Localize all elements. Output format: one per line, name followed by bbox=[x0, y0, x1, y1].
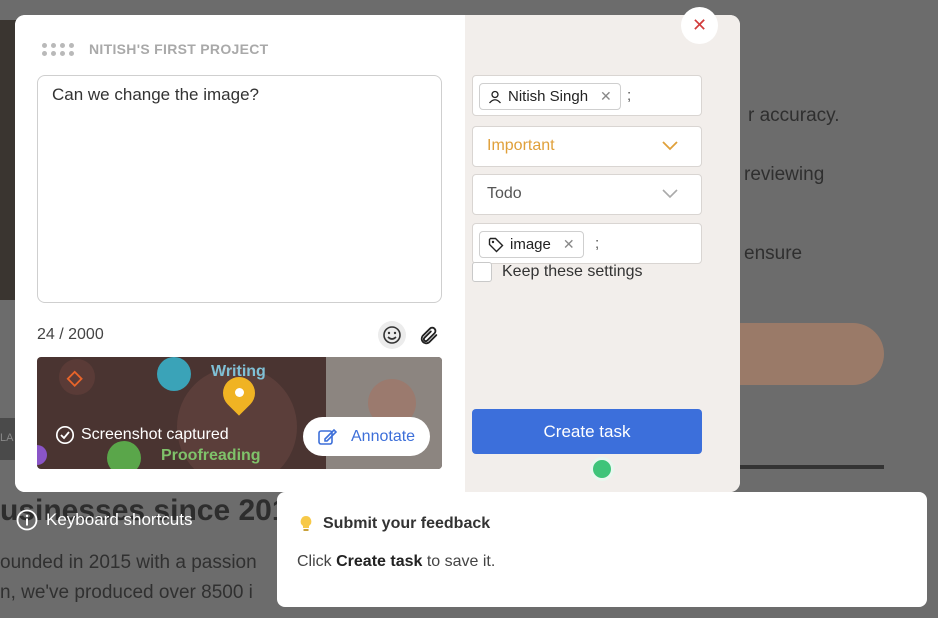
paperclip-icon bbox=[420, 326, 438, 345]
char-count: 24 / 2000 bbox=[37, 326, 104, 343]
remove-tag-icon[interactable]: ✕ bbox=[563, 236, 575, 253]
user-icon bbox=[489, 90, 501, 103]
screenshot-caption-label: Screenshot captured bbox=[81, 426, 229, 443]
status-value: Todo bbox=[487, 185, 522, 202]
attach-button[interactable] bbox=[417, 324, 441, 348]
keep-settings-checkbox[interactable] bbox=[472, 262, 492, 282]
edit-icon bbox=[318, 428, 337, 445]
background-image bbox=[0, 20, 16, 300]
status-select[interactable]: Todo bbox=[472, 174, 702, 215]
keyboard-shortcuts-link[interactable]: Keyboard shortcuts bbox=[16, 509, 192, 531]
priority-select[interactable]: Important bbox=[472, 126, 702, 167]
onboarding-tooltip: Submit your feedback Click Create task t… bbox=[277, 492, 927, 607]
drag-handle-icon[interactable] bbox=[42, 43, 74, 57]
chevron-down-icon bbox=[662, 141, 678, 151]
close-icon: ✕ bbox=[691, 15, 708, 35]
tag-icon bbox=[488, 237, 504, 252]
annotate-label: Annotate bbox=[351, 427, 416, 445]
thumb-logo-icon: ◇ bbox=[67, 367, 83, 389]
tooltip-title-text: Submit your feedback bbox=[323, 515, 491, 532]
close-button[interactable]: ✕ bbox=[681, 7, 718, 44]
priority-value: Important bbox=[487, 137, 555, 154]
assignee-field[interactable]: Nitish Singh ✕ ; bbox=[472, 75, 702, 116]
keep-settings-row: Keep these settings bbox=[472, 262, 643, 282]
background-paragraph: n, we've produced over 8500 i bbox=[0, 582, 253, 603]
modal-left-panel: NITISH'S FIRST PROJECT Can we change the… bbox=[15, 15, 465, 492]
assignee-name: Nitish Singh bbox=[508, 88, 589, 105]
description-input[interactable]: Can we change the image? bbox=[37, 75, 442, 303]
background-text: r accuracy. bbox=[748, 105, 840, 126]
background-tag: LA bbox=[0, 418, 16, 460]
remove-assignee-icon[interactable]: ✕ bbox=[600, 88, 612, 105]
background-text: ensure bbox=[744, 243, 803, 264]
tags-field[interactable]: image ✕ ; bbox=[472, 223, 702, 264]
chevron-down-icon bbox=[662, 189, 678, 199]
info-icon bbox=[16, 509, 38, 531]
assignee-chip: Nitish Singh ✕ bbox=[479, 83, 621, 110]
thumb-proofreading-icon bbox=[107, 441, 141, 469]
annotate-button[interactable]: Annotate bbox=[303, 417, 430, 456]
tag-name: image bbox=[510, 236, 551, 253]
lightbulb-icon bbox=[300, 516, 312, 531]
create-task-button[interactable]: Create task bbox=[472, 409, 702, 454]
background-paragraph: ounded in 2015 with a passion bbox=[0, 552, 257, 573]
screenshot-thumbnail: ◇ Writing Proofreading Screenshot captur… bbox=[37, 357, 442, 469]
screenshot-caption: Screenshot captured bbox=[55, 425, 229, 445]
project-title: NITISH'S FIRST PROJECT bbox=[89, 41, 269, 57]
thumb-writing-icon bbox=[157, 357, 191, 391]
tooltip-title: Submit your feedback bbox=[299, 515, 490, 533]
keyboard-shortcuts-label: Keyboard shortcuts bbox=[46, 510, 193, 529]
assignee-separator: ; bbox=[627, 87, 632, 104]
keep-settings-label: Keep these settings bbox=[502, 263, 643, 280]
background-text: reviewing bbox=[744, 164, 825, 185]
thumb-proofreading-label: Proofreading bbox=[161, 447, 261, 464]
tag-chip: image ✕ bbox=[479, 231, 584, 258]
tour-beacon[interactable] bbox=[590, 457, 614, 481]
tooltip-body: Click Create task to save it. bbox=[297, 553, 496, 570]
emoji-icon bbox=[383, 326, 401, 344]
tags-separator: ; bbox=[595, 235, 600, 252]
tooltip-body-emphasis: Create task bbox=[336, 553, 423, 570]
check-circle-icon bbox=[55, 425, 75, 445]
emoji-button[interactable] bbox=[378, 321, 406, 349]
